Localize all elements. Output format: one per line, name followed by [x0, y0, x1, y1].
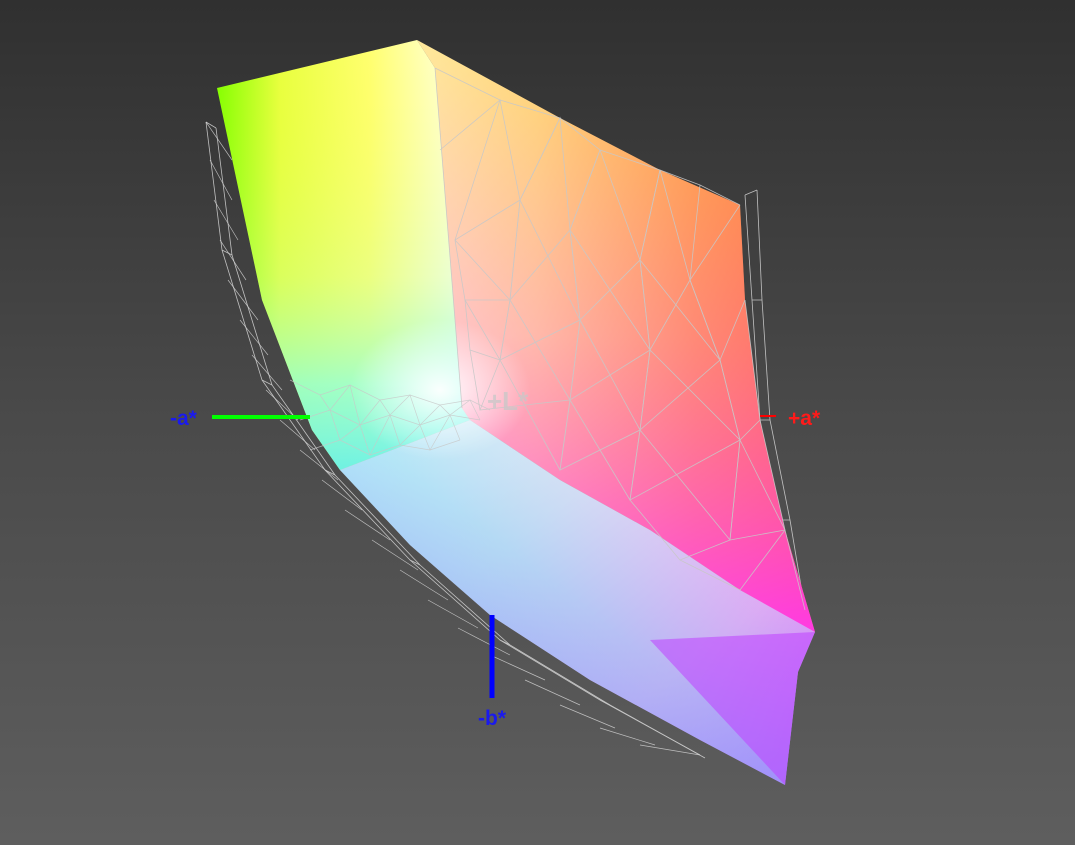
neg-b-axis-label: -b* [478, 707, 507, 730]
gamut-3d-viewport[interactable]: -a* +a* -b* +L* [0, 0, 1075, 845]
pos-l-axis-label: +L* [487, 386, 529, 416]
neg-a-axis-label: -a* [170, 407, 198, 430]
pos-a-axis-label: +a* [788, 407, 821, 430]
